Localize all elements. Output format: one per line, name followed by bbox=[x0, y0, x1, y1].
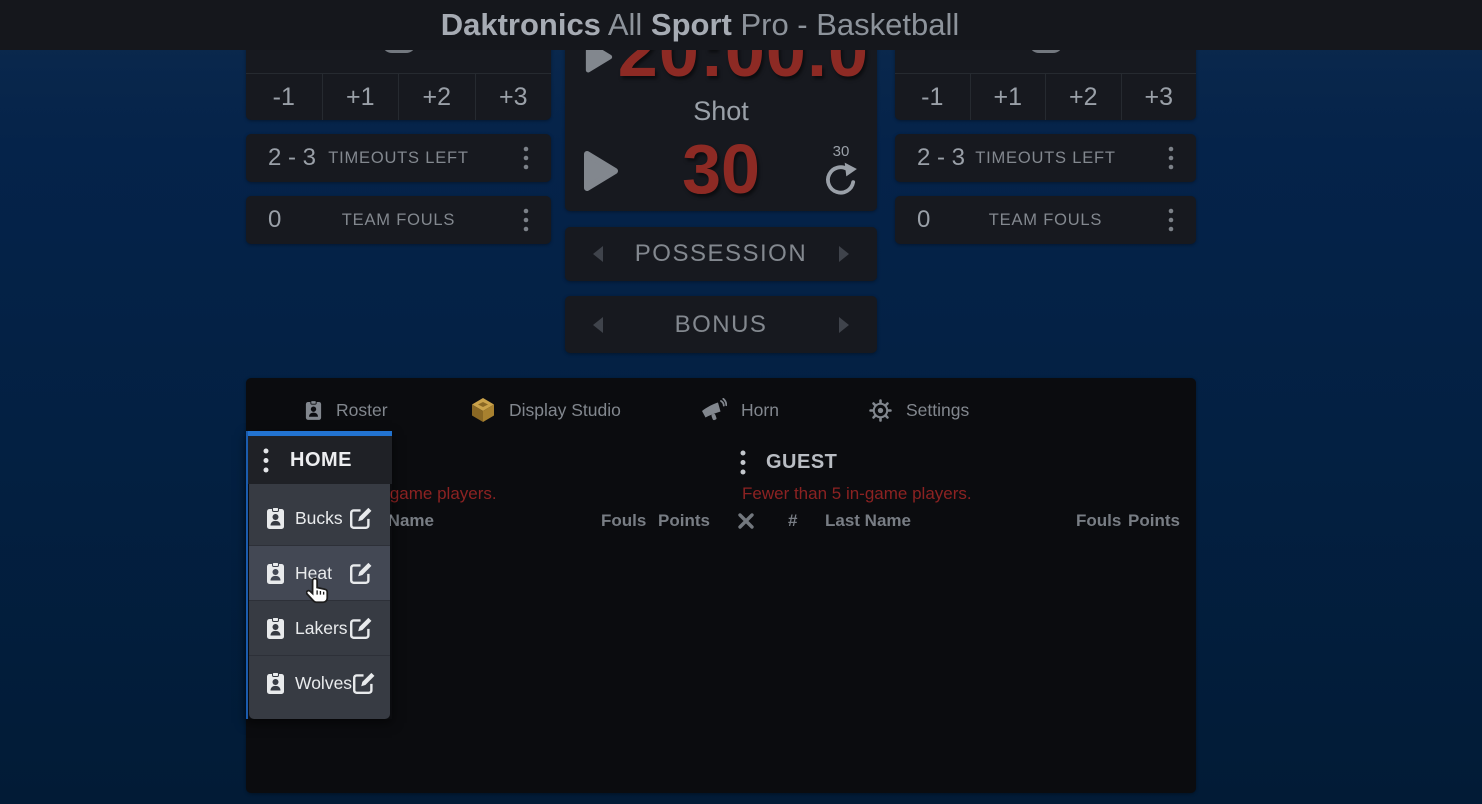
tab-horn-label: Horn bbox=[741, 400, 779, 421]
guest-remove-column-x-icon[interactable] bbox=[737, 512, 755, 530]
guest-score-buttons: -1 +1 +2 +3 bbox=[895, 73, 1196, 120]
reset-arrow-icon[interactable] bbox=[821, 161, 861, 197]
guest-col-number: # bbox=[788, 511, 797, 531]
edit-icon[interactable] bbox=[349, 506, 373, 530]
app-title-segment: All bbox=[601, 7, 651, 43]
guest-team-header: GUEST bbox=[738, 448, 837, 476]
home-timeouts-label: TIMEOUTS LEFT bbox=[246, 149, 551, 168]
tab-settings[interactable]: Settings bbox=[869, 396, 969, 424]
shot-reset-value: 30 bbox=[821, 144, 861, 159]
guest-timeouts-label: TIMEOUTS LEFT bbox=[895, 149, 1196, 168]
horn-icon bbox=[701, 398, 727, 422]
guest-plus-1-button[interactable]: +1 bbox=[970, 74, 1046, 120]
roster-badge-icon bbox=[305, 400, 322, 421]
menu-item-bucks[interactable]: Bucks bbox=[249, 491, 390, 545]
shot-clock-reset[interactable]: 30 bbox=[821, 144, 861, 197]
kebab-menu-icon[interactable] bbox=[1166, 145, 1176, 171]
home-team-fouls-row: 0 TEAM FOULS bbox=[246, 196, 551, 244]
menu-item-label: Wolves bbox=[295, 673, 352, 694]
app-window: -1 +1 +2 +3 2 - 3 TIMEOUTS LEFT 0 TEAM F… bbox=[0, 0, 1482, 804]
tab-display-studio[interactable]: Display Studio bbox=[471, 396, 621, 424]
edit-icon[interactable] bbox=[352, 671, 376, 695]
guest-plus-2-button[interactable]: +2 bbox=[1045, 74, 1121, 120]
home-team-dropdown: HOME Bucks Heat bbox=[246, 431, 392, 719]
possession-toggle[interactable]: POSSESSION bbox=[565, 227, 877, 281]
tab-horn[interactable]: Horn bbox=[701, 396, 779, 424]
kebab-menu-icon[interactable] bbox=[521, 145, 531, 171]
app-title-segment: Sport bbox=[651, 7, 732, 43]
guest-team-fouls-label: TEAM FOULS bbox=[895, 211, 1196, 230]
tab-display-studio-label: Display Studio bbox=[509, 400, 621, 421]
menu-item-heat[interactable]: Heat bbox=[249, 545, 390, 600]
home-team-title: HOME bbox=[290, 449, 352, 472]
possession-label: POSSESSION bbox=[565, 240, 877, 268]
id-badge-icon bbox=[266, 672, 285, 695]
guest-col-last-name: Last Name bbox=[825, 511, 911, 531]
menu-item-label: Lakers bbox=[295, 618, 348, 639]
home-plus-3-button[interactable]: +3 bbox=[475, 74, 552, 120]
id-badge-icon bbox=[266, 507, 285, 530]
home-minus-1-button[interactable]: -1 bbox=[246, 74, 322, 120]
app-title-bar: Daktronics All Sport Pro - Basketball bbox=[0, 0, 1482, 50]
home-col-points: Points bbox=[658, 511, 710, 531]
bonus-toggle[interactable]: BONUS bbox=[565, 296, 877, 353]
cube-icon bbox=[471, 397, 495, 423]
guest-team-fouls-row: 0 TEAM FOULS bbox=[895, 196, 1196, 244]
id-badge-icon bbox=[266, 562, 285, 585]
home-team-fouls-label: TEAM FOULS bbox=[246, 211, 551, 230]
tab-settings-label: Settings bbox=[906, 400, 969, 421]
guest-plus-3-button[interactable]: +3 bbox=[1121, 74, 1197, 120]
menu-item-label: Heat bbox=[295, 563, 332, 584]
guest-team-title: GUEST bbox=[766, 451, 837, 474]
guest-minus-1-button[interactable]: -1 bbox=[895, 74, 970, 120]
home-timeouts-row: 2 - 3 TIMEOUTS LEFT bbox=[246, 134, 551, 182]
menu-item-wolves[interactable]: Wolves bbox=[249, 655, 390, 710]
kebab-menu-icon[interactable] bbox=[738, 449, 748, 476]
home-plus-1-button[interactable]: +1 bbox=[322, 74, 399, 120]
home-team-header[interactable]: HOME bbox=[248, 436, 392, 484]
guest-timeouts-row: 2 - 3 TIMEOUTS LEFT bbox=[895, 134, 1196, 182]
kebab-menu-icon[interactable] bbox=[261, 447, 271, 474]
guest-col-points: Points bbox=[1128, 511, 1180, 531]
gear-icon bbox=[869, 399, 892, 422]
app-title-sport-mode: Pro - Basketball bbox=[732, 7, 959, 43]
guest-roster-warning: Fewer than 5 in-game players. bbox=[742, 484, 972, 504]
edit-icon[interactable] bbox=[349, 616, 373, 640]
shot-clock-title: Shot bbox=[565, 96, 877, 127]
menu-item-label: Bucks bbox=[295, 508, 343, 529]
kebab-menu-icon[interactable] bbox=[1166, 207, 1176, 233]
home-plus-2-button[interactable]: +2 bbox=[398, 74, 475, 120]
edit-icon[interactable] bbox=[349, 561, 373, 585]
team-select-menu: Bucks Heat Lakers bbox=[249, 484, 390, 719]
home-score-buttons: -1 +1 +2 +3 bbox=[246, 73, 551, 120]
tab-roster[interactable]: Roster bbox=[305, 396, 388, 424]
id-badge-icon bbox=[266, 617, 285, 640]
bonus-label: BONUS bbox=[565, 311, 877, 339]
app-title-brand: Daktronics bbox=[441, 7, 601, 43]
kebab-menu-icon[interactable] bbox=[521, 207, 531, 233]
tab-roster-label: Roster bbox=[336, 400, 388, 421]
menu-item-lakers[interactable]: Lakers bbox=[249, 600, 390, 655]
home-col-fouls: Fouls bbox=[601, 511, 646, 531]
guest-col-fouls: Fouls bbox=[1076, 511, 1121, 531]
